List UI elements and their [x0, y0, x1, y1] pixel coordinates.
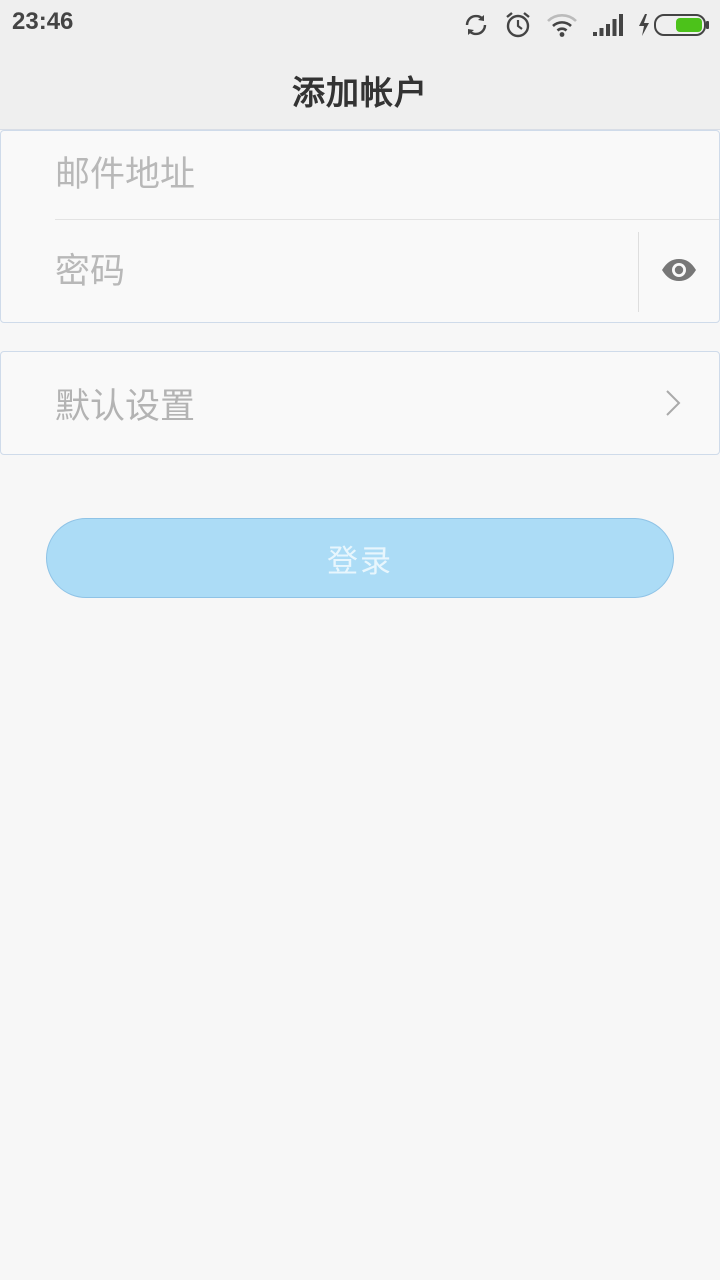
- eye-icon: [661, 258, 697, 286]
- email-field[interactable]: [55, 155, 719, 195]
- title-bar: 添加帐户: [0, 50, 720, 130]
- battery-group: [638, 14, 710, 36]
- default-settings-item[interactable]: 默认设置: [1, 352, 719, 454]
- login-card: [0, 130, 720, 323]
- battery-icon: [654, 14, 710, 36]
- chevron-right-icon: [665, 389, 681, 421]
- show-password-button[interactable]: [639, 221, 719, 322]
- alarm-icon: [504, 11, 532, 39]
- charging-icon: [638, 14, 650, 36]
- status-bar: 23:46: [0, 0, 720, 50]
- email-field-row: [55, 131, 719, 220]
- sync-icon: [462, 11, 490, 39]
- page-title: 添加帐户: [292, 72, 428, 112]
- signal-icon: [592, 13, 624, 37]
- password-field[interactable]: [55, 251, 637, 292]
- settings-card: 默认设置: [0, 351, 720, 455]
- password-field-row: [55, 221, 637, 322]
- status-time: 23:46: [12, 8, 74, 35]
- settings-label: 默认设置: [55, 386, 196, 427]
- status-icons: [462, 9, 710, 41]
- login-button[interactable]: 登录: [46, 518, 674, 598]
- wifi-icon: [546, 12, 578, 38]
